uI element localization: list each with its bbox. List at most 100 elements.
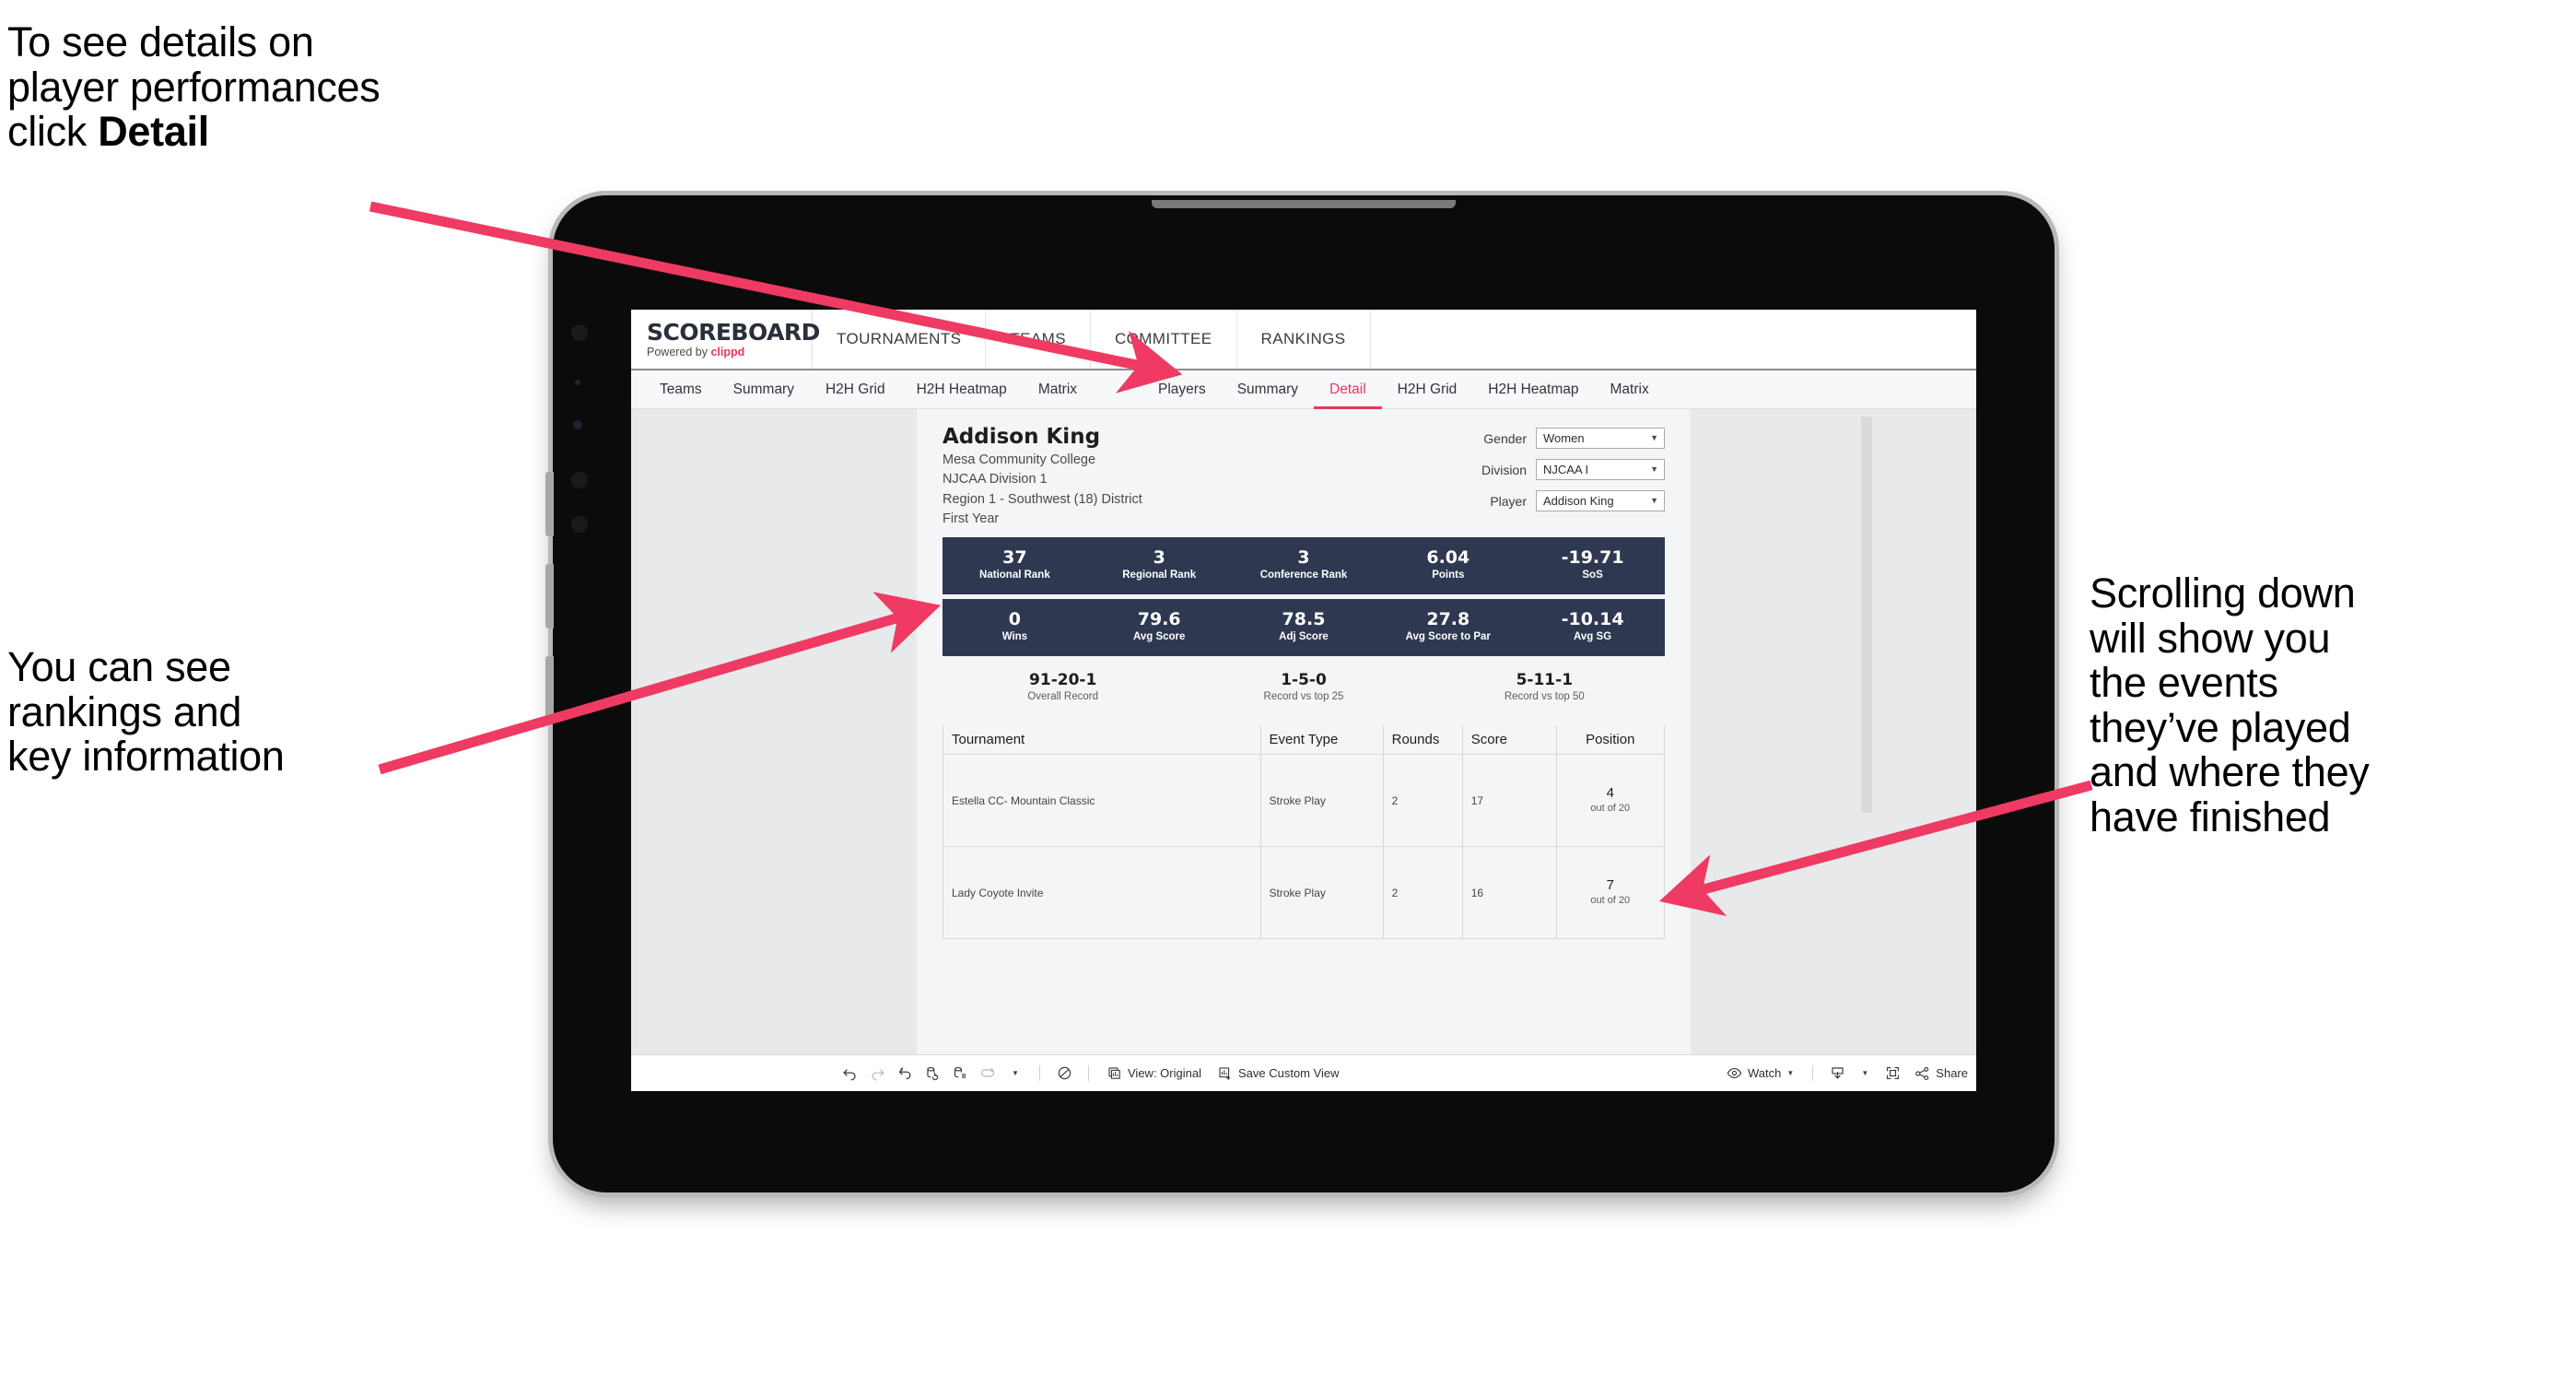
record-value: 1-5-0 xyxy=(1281,670,1327,689)
refresh-data-icon[interactable] xyxy=(919,1063,946,1085)
stat-label: National Rank xyxy=(979,570,1050,581)
table-header-row: Tournament Event Type Rounds Score Posit… xyxy=(943,725,1666,756)
position-number: 4 xyxy=(1606,785,1614,802)
toolbar-divider xyxy=(1088,1065,1089,1081)
brand-subtitle: Powered by clippd xyxy=(647,346,812,358)
column-header-rounds[interactable]: Rounds xyxy=(1382,725,1463,756)
player-region: Region 1 - Southwest (18) District xyxy=(943,491,1142,507)
record-overall: 91-20-1 Overall Record xyxy=(943,671,1183,706)
undo-icon[interactable] xyxy=(836,1063,863,1085)
table-row[interactable]: Lady Coyote Invite Stroke Play 2 16 7 ou… xyxy=(943,846,1666,940)
stat-value: 0 xyxy=(1008,608,1022,629)
pause-data-icon[interactable] xyxy=(946,1063,974,1085)
cell-event-type: Stroke Play xyxy=(1259,846,1384,940)
share-label: Share xyxy=(1936,1066,1968,1080)
events-table: Tournament Event Type Rounds Score Posit… xyxy=(943,725,1666,940)
stat-avg-sg: -10.14 Avg SG xyxy=(1520,609,1665,645)
filter-select-division[interactable]: NJCAA I ▼ xyxy=(1536,459,1665,480)
filter-row-player: Player Addison King ▼ xyxy=(1481,490,1665,511)
tablet-camera-dot-1 xyxy=(571,324,588,341)
stat-label: Regional Rank xyxy=(1122,570,1197,581)
stat-value: 3 xyxy=(1297,546,1310,568)
record-label: Overall Record xyxy=(1027,690,1099,702)
stat-avg-score: 79.6 Avg Score xyxy=(1087,608,1232,645)
tab-players-detail[interactable]: Detail xyxy=(1314,370,1382,409)
filter-select-gender[interactable]: Women ▼ xyxy=(1536,428,1665,449)
stat-value: 3 xyxy=(1153,546,1165,568)
brand-logo[interactable]: SCOREBOARD Powered by clippd xyxy=(631,310,820,369)
column-header-tournament[interactable]: Tournament xyxy=(943,725,1261,756)
chevron-down-icon: ▼ xyxy=(1650,433,1658,442)
annotation-top-left-bold: Detail xyxy=(98,108,209,156)
bottom-toolbar: ▼ View: Original Save Custom View Watch … xyxy=(631,1054,1976,1091)
record-label: Record vs top 25 xyxy=(1263,690,1344,702)
brand-powered-prefix: Powered by xyxy=(647,345,711,358)
cell-position: 7 out of 20 xyxy=(1555,846,1666,940)
tab-teams-h2h-grid[interactable]: H2H Grid xyxy=(810,370,901,409)
column-header-position[interactable]: Position xyxy=(1555,725,1666,756)
loop-dropdown-icon[interactable]: ▼ xyxy=(1001,1063,1029,1085)
column-header-score[interactable]: Score xyxy=(1461,725,1557,756)
nav-item-tournaments[interactable]: TOURNAMENTS xyxy=(813,310,987,369)
watch-button[interactable]: Watch ▼ xyxy=(1718,1066,1802,1080)
tablet-side-button-2 xyxy=(545,564,554,628)
save-view-label: Save Custom View xyxy=(1237,1066,1340,1080)
stat-label: Avg Score to Par xyxy=(1405,631,1491,643)
save-custom-view-button[interactable]: Save Custom View xyxy=(1210,1066,1348,1081)
download-dropdown-icon[interactable]: ▼ xyxy=(1851,1063,1879,1085)
stat-value: 78.5 xyxy=(1282,608,1326,629)
table-row[interactable]: Estella CC- Mountain Classic Stroke Play… xyxy=(943,754,1666,848)
fullscreen-icon[interactable] xyxy=(1879,1063,1906,1085)
tab-players-matrix[interactable]: Matrix xyxy=(1595,370,1665,409)
view-original-label: View: Original xyxy=(1128,1066,1201,1080)
tab-teams-matrix[interactable]: Matrix xyxy=(1023,370,1093,409)
stat-value: 6.04 xyxy=(1426,546,1470,568)
app-viewport: SCOREBOARD Powered by clippd TOURNAMENTS… xyxy=(631,310,1976,1091)
record-value: 91-20-1 xyxy=(1029,670,1097,689)
loop-icon[interactable] xyxy=(974,1063,1001,1085)
toolbar-divider xyxy=(1039,1065,1040,1081)
tab-teams-h2h-heatmap[interactable]: H2H Heatmap xyxy=(901,370,1023,409)
annotation-left: You can see rankings and key information xyxy=(7,643,285,781)
tab-players[interactable]: Players xyxy=(1142,370,1222,409)
tab-teams[interactable]: Teams xyxy=(644,370,718,409)
position-out-of: out of 20 xyxy=(1590,895,1631,907)
tab-group-players: Players Summary Detail H2H Grid H2H Heat… xyxy=(1142,370,1665,409)
tablet-sensor-dot xyxy=(573,420,582,429)
redo-icon[interactable] xyxy=(863,1063,891,1085)
player-division: NJCAA Division 1 xyxy=(943,472,1048,487)
nav-item-teams[interactable]: TEAMS xyxy=(986,310,1091,369)
filter-select-player[interactable]: Addison King ▼ xyxy=(1536,490,1665,511)
tab-players-h2h-heatmap[interactable]: H2H Heatmap xyxy=(1472,370,1594,409)
dashboard-scrollbar-thumb[interactable] xyxy=(1861,417,1872,813)
stat-regional-rank: 3 Regional Rank xyxy=(1087,546,1232,583)
stat-label: Wins xyxy=(1001,631,1028,643)
filter-value-gender: Women xyxy=(1543,431,1585,445)
tab-players-h2h-grid[interactable]: H2H Grid xyxy=(1382,370,1473,409)
player-name: Addison King xyxy=(943,425,1101,449)
stat-value: 37 xyxy=(1002,546,1027,568)
record-label: Record vs top 50 xyxy=(1504,690,1585,702)
filter-label-player: Player xyxy=(1490,493,1527,509)
chevron-down-icon: ▼ xyxy=(1650,464,1658,474)
dashboard-canvas: Addison King Mesa Community College NJCA… xyxy=(631,409,1976,1091)
stat-value: 79.6 xyxy=(1137,608,1181,629)
cell-rounds: 2 xyxy=(1382,846,1463,940)
view-original-button[interactable]: View: Original xyxy=(1099,1066,1210,1081)
stat-value: -19.71 xyxy=(1561,546,1624,568)
chevron-down-icon: ▼ xyxy=(1650,496,1658,505)
nav-item-committee[interactable]: COMMITTEE xyxy=(1091,310,1237,369)
tab-players-summary[interactable]: Summary xyxy=(1222,370,1314,409)
tablet-camera-dot-4 xyxy=(571,516,588,533)
position-number: 7 xyxy=(1606,877,1614,894)
tab-teams-summary[interactable]: Summary xyxy=(718,370,810,409)
column-header-event-type[interactable]: Event Type xyxy=(1259,725,1384,756)
nav-item-rankings[interactable]: RANKINGS xyxy=(1237,310,1371,369)
watch-label: Watch xyxy=(1748,1066,1782,1080)
stat-wins: 0 Wins xyxy=(943,608,1087,645)
share-button[interactable]: Share xyxy=(1906,1066,1976,1081)
revert-icon[interactable] xyxy=(891,1063,919,1085)
download-icon[interactable] xyxy=(1823,1063,1851,1085)
pause-auto-updates-icon[interactable] xyxy=(1050,1063,1078,1085)
filter-panel: Gender Women ▼ Division NJCAA I ▼ Player… xyxy=(1481,424,1665,530)
